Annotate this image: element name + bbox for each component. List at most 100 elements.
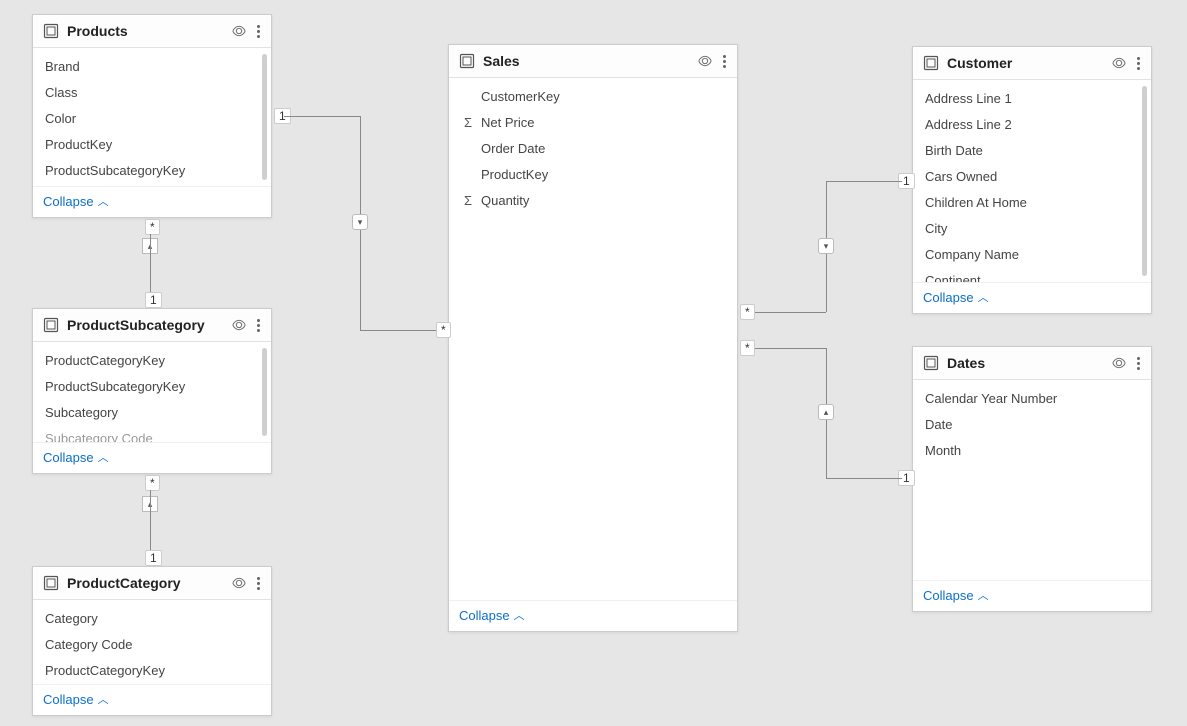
collapse-toggle[interactable]: Collapse︿	[913, 282, 1151, 313]
table-icon	[923, 55, 939, 71]
more-options-icon[interactable]	[1135, 357, 1141, 370]
field-item[interactable]: Month	[913, 438, 1151, 464]
field-list[interactable]: ProductCategoryKey ProductSubcategoryKey…	[33, 342, 271, 442]
table-title: Dates	[947, 355, 1103, 371]
table-product-category[interactable]: ProductCategory Category Category Code P…	[32, 566, 272, 716]
cardinality-one: 1	[145, 292, 162, 308]
more-options-icon[interactable]	[721, 55, 727, 68]
chevron-up-icon: ︿	[98, 691, 109, 707]
field-item[interactable]: ProductSubcategoryKey	[33, 374, 271, 400]
table-product-subcategory[interactable]: ProductSubcategory ProductCategoryKey Pr…	[32, 308, 272, 474]
table-header[interactable]: Customer	[913, 47, 1151, 80]
relationship-line[interactable]	[750, 312, 826, 313]
field-item[interactable]: Subcategory	[33, 400, 271, 426]
chevron-up-icon: ︿	[978, 587, 989, 603]
cardinality-one: 1	[145, 550, 162, 566]
more-options-icon[interactable]	[1135, 57, 1141, 70]
field-item[interactable]: Brand	[33, 54, 271, 80]
field-item[interactable]: Address Line 1	[913, 86, 1151, 112]
table-icon	[459, 53, 475, 69]
relationship-line[interactable]	[826, 478, 902, 479]
more-options-icon[interactable]	[255, 577, 261, 590]
visibility-icon[interactable]	[231, 23, 247, 39]
table-header[interactable]: Sales	[449, 45, 737, 78]
relationship-line[interactable]	[826, 181, 902, 182]
table-icon	[43, 575, 59, 591]
field-item[interactable]: City	[913, 216, 1151, 242]
table-sales[interactable]: Sales ΣCustomerKey ΣNet Price ΣOrder Dat…	[448, 44, 738, 632]
field-item[interactable]: Address Line 2	[913, 112, 1151, 138]
table-title: Customer	[947, 55, 1103, 71]
visibility-icon[interactable]	[231, 317, 247, 333]
table-header[interactable]: ProductSubcategory	[33, 309, 271, 342]
field-item[interactable]: ΣOrder Date	[449, 136, 737, 162]
field-item[interactable]: Category Code	[33, 632, 271, 658]
table-icon	[923, 355, 939, 371]
table-dates[interactable]: Dates Calendar Year Number Date Month Co…	[912, 346, 1152, 612]
table-customer[interactable]: Customer Address Line 1 Address Line 2 B…	[912, 46, 1152, 314]
field-item[interactable]: ΣProductKey	[449, 162, 737, 188]
table-title: ProductSubcategory	[67, 317, 223, 333]
field-item[interactable]: Class	[33, 80, 271, 106]
field-item[interactable]: ΣQuantity	[449, 188, 737, 214]
table-products[interactable]: Products Brand Class Color ProductKey Pr…	[32, 14, 272, 218]
visibility-icon[interactable]	[697, 53, 713, 69]
table-title: Sales	[483, 53, 689, 69]
field-item[interactable]: Continent	[913, 268, 1151, 282]
relationship-line[interactable]	[150, 234, 151, 296]
field-item[interactable]: ProductCategoryKey	[33, 348, 271, 374]
table-title: ProductCategory	[67, 575, 223, 591]
chevron-up-icon: ︿	[514, 607, 525, 623]
field-list[interactable]: Category Category Code ProductCategoryKe…	[33, 600, 271, 684]
relationship-line[interactable]	[284, 116, 360, 117]
cardinality-many: *	[740, 340, 755, 356]
more-options-icon[interactable]	[255, 25, 261, 38]
table-header[interactable]: Products	[33, 15, 271, 48]
field-item[interactable]: Date	[913, 412, 1151, 438]
field-item[interactable]: ProductCategoryKey	[33, 658, 271, 684]
cardinality-many: *	[145, 219, 160, 235]
field-item[interactable]: Category	[33, 606, 271, 632]
field-item[interactable]: ΣCustomerKey	[449, 84, 737, 110]
visibility-icon[interactable]	[231, 575, 247, 591]
collapse-toggle[interactable]: Collapse︿	[913, 580, 1151, 611]
model-canvas[interactable]: Products Brand Class Color ProductKey Pr…	[0, 0, 1187, 726]
relationship-line[interactable]	[360, 330, 436, 331]
cardinality-many: *	[740, 304, 755, 320]
filter-direction-icon: ▴	[818, 404, 834, 420]
table-icon	[43, 317, 59, 333]
more-options-icon[interactable]	[255, 319, 261, 332]
table-header[interactable]: ProductCategory	[33, 567, 271, 600]
relationship-line[interactable]	[150, 490, 151, 552]
field-item[interactable]: Company Name	[913, 242, 1151, 268]
field-list[interactable]: Brand Class Color ProductKey ProductSubc…	[33, 48, 271, 186]
cardinality-many: *	[436, 322, 451, 338]
field-list[interactable]: Address Line 1 Address Line 2 Birth Date…	[913, 80, 1151, 282]
field-item[interactable]: Calendar Year Number	[913, 386, 1151, 412]
table-header[interactable]: Dates	[913, 347, 1151, 380]
filter-direction-icon: ▾	[352, 214, 368, 230]
field-item[interactable]: Children At Home	[913, 190, 1151, 216]
field-item[interactable]: Birth Date	[913, 138, 1151, 164]
field-list[interactable]: ΣCustomerKey ΣNet Price ΣOrder Date ΣPro…	[449, 78, 737, 600]
collapse-toggle[interactable]: Collapse︿	[449, 600, 737, 631]
collapse-toggle[interactable]: Collapse︿	[33, 684, 271, 715]
field-item[interactable]: ProductSubcategoryKey	[33, 158, 271, 184]
sum-icon: Σ	[461, 191, 475, 211]
collapse-toggle[interactable]: Collapse︿	[33, 442, 271, 473]
sum-icon: Σ	[461, 113, 475, 133]
field-item[interactable]: Color	[33, 106, 271, 132]
chevron-up-icon: ︿	[98, 449, 109, 465]
field-list[interactable]: Calendar Year Number Date Month	[913, 380, 1151, 580]
relationship-line[interactable]	[750, 348, 826, 349]
table-icon	[43, 23, 59, 39]
field-item[interactable]: ProductKey	[33, 132, 271, 158]
collapse-toggle[interactable]: Collapse︿	[33, 186, 271, 217]
filter-direction-icon: ▾	[818, 238, 834, 254]
field-item[interactable]: Subcategory Code	[33, 426, 271, 442]
field-item[interactable]: Cars Owned	[913, 164, 1151, 190]
visibility-icon[interactable]	[1111, 55, 1127, 71]
field-item[interactable]: ΣNet Price	[449, 110, 737, 136]
chevron-up-icon: ︿	[98, 193, 109, 209]
visibility-icon[interactable]	[1111, 355, 1127, 371]
